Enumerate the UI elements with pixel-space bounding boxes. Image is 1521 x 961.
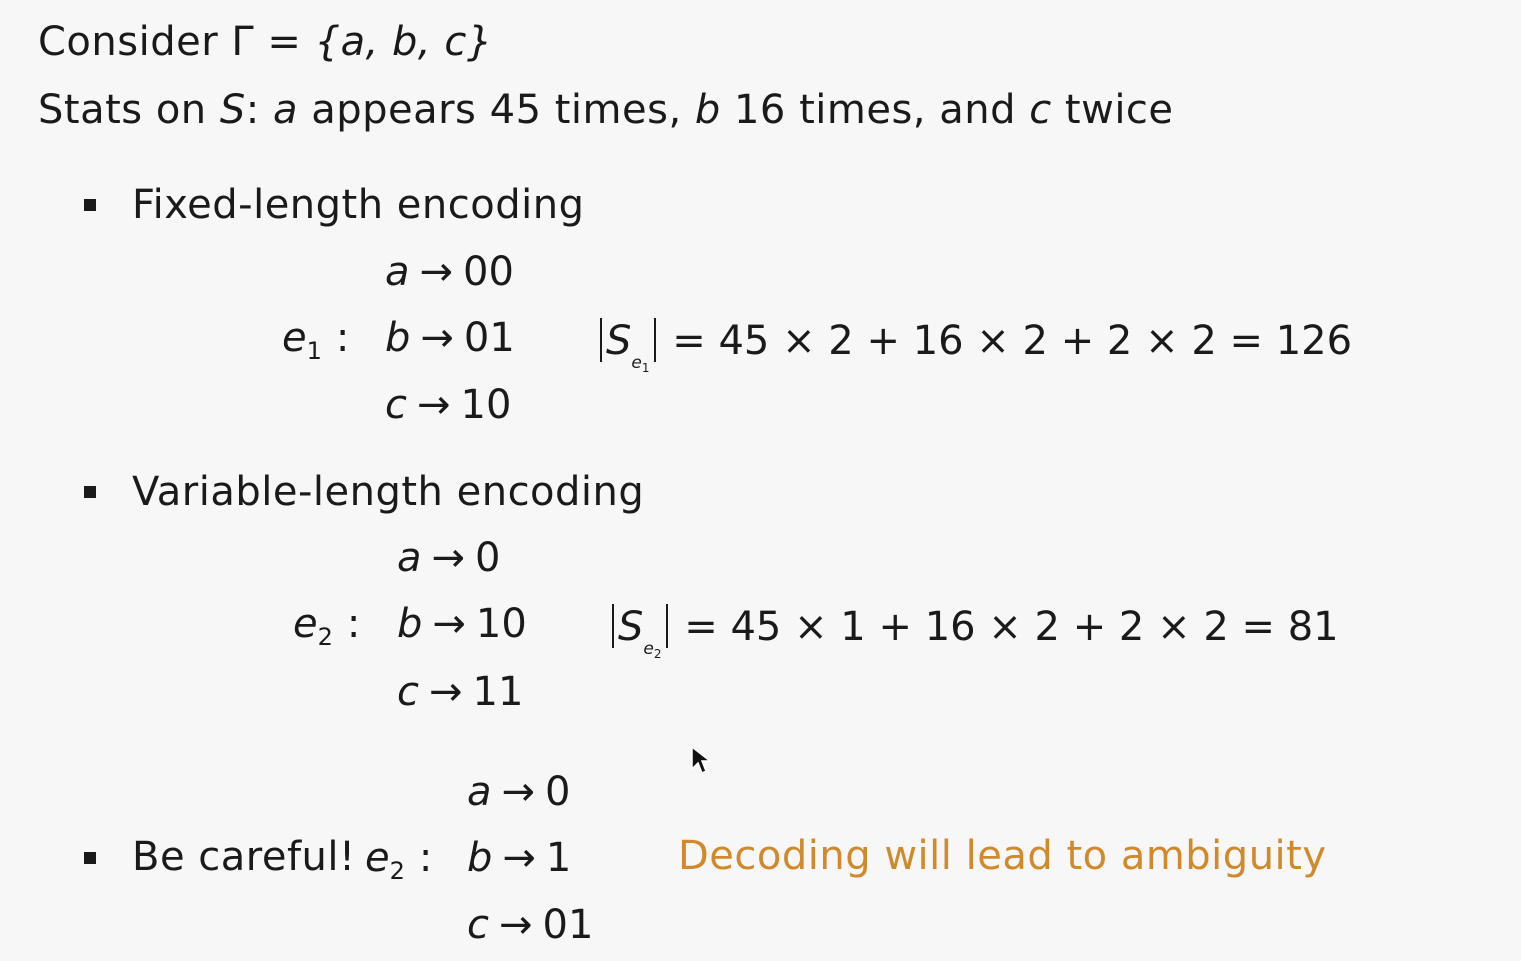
- size-S: S: [618, 604, 644, 650]
- encoding-subscript: 1: [306, 337, 322, 365]
- stats-S: S: [219, 87, 246, 133]
- encoding-label: e1:: [282, 318, 349, 363]
- size-e: e: [643, 639, 654, 659]
- arrow-icon: →: [420, 315, 454, 361]
- gamma-symbol: Γ: [231, 19, 255, 65]
- stats-text-2: 16 times, and: [720, 87, 1030, 133]
- stats-colon: :: [245, 87, 273, 133]
- stats-text-1: appears 45 times,: [297, 87, 695, 133]
- encoding-colon: :: [418, 835, 433, 881]
- slide: Consider Γ = {a, b, c} Stats on S: a app…: [0, 0, 1521, 961]
- arrow-icon: →: [419, 249, 454, 295]
- abs-bar-left: [600, 318, 602, 362]
- intro-line-stats: Stats on S: a appears 45 times, b 16 tim…: [38, 90, 1174, 130]
- encoding-label: e2:: [365, 838, 432, 883]
- alphabet-set: {a, b, c}: [314, 19, 493, 65]
- intro-text: Consider: [38, 19, 232, 65]
- mapping-row: b → 1: [467, 838, 571, 878]
- mapping-row: c → 11: [397, 672, 523, 712]
- abs-bar-left: [612, 604, 614, 648]
- arrow-icon: →: [417, 382, 451, 428]
- stats-c: c: [1029, 87, 1052, 133]
- mapping-code: 11: [472, 669, 524, 715]
- size-expression: = 45 × 1 + 16 × 2 + 2 × 2 = 81: [684, 604, 1339, 650]
- size-subsub: 1: [641, 361, 650, 375]
- mapping-symbol: c: [467, 902, 489, 948]
- encoding-name: e: [365, 835, 390, 881]
- arrow-icon: →: [502, 835, 536, 881]
- encoding-label: e2:: [293, 604, 360, 649]
- mouse-pointer-icon: [691, 745, 713, 775]
- encoding-name: e: [282, 315, 307, 361]
- mapping-symbol: b: [397, 601, 423, 647]
- arrow-icon: →: [429, 669, 463, 715]
- mapping-symbol: a: [397, 535, 422, 581]
- mapping-row: a → 00: [385, 252, 514, 292]
- section-title-fixed: Fixed-length encoding: [132, 182, 585, 228]
- mapping-code: 1: [545, 835, 572, 881]
- mapping-row: a → 0: [397, 538, 500, 578]
- mapping-code: 00: [463, 249, 514, 295]
- mapping-symbol: b: [385, 315, 411, 361]
- stats-a: a: [272, 87, 298, 133]
- mapping-code: 0: [475, 535, 501, 581]
- mapping-symbol: c: [385, 382, 407, 428]
- size-formula: Se2 = 45 × 1 + 16 × 2 + 2 × 2 = 81: [608, 604, 1339, 660]
- encoding-colon: :: [335, 315, 350, 361]
- arrow-icon: →: [431, 535, 466, 581]
- mapping-row: c → 01: [467, 905, 593, 945]
- mapping-symbol: c: [397, 669, 419, 715]
- mapping-code: 01: [463, 315, 515, 361]
- encoding-subscript: 2: [317, 623, 333, 651]
- equals-sign: =: [254, 19, 315, 65]
- intro-line-alphabet: Consider Γ = {a, b, c}: [38, 22, 493, 62]
- mapping-row: b → 01: [385, 318, 515, 358]
- mapping-symbol: b: [467, 835, 493, 881]
- mapping-symbol: a: [467, 769, 492, 815]
- ambiguity-warning: Decoding will lead to ambiguity: [678, 833, 1327, 879]
- section-title-variable: Variable-length encoding: [132, 469, 645, 515]
- stats-prefix: Stats on: [38, 87, 220, 133]
- size-formula: Se1 = 45 × 2 + 16 × 2 + 2 × 2 = 126: [596, 318, 1352, 374]
- bullet-marker: [84, 852, 96, 864]
- arrow-icon: →: [499, 902, 533, 948]
- arrow-icon: →: [501, 769, 536, 815]
- size-expression: = 45 × 2 + 16 × 2 + 2 × 2 = 126: [672, 318, 1353, 364]
- size-S: S: [606, 318, 632, 364]
- section-title-careful: Be careful!: [132, 834, 356, 880]
- bullet-marker: [84, 486, 96, 498]
- mapping-symbol: a: [385, 249, 410, 295]
- mapping-row: a → 0: [467, 772, 570, 812]
- mapping-code: 0: [545, 769, 571, 815]
- mapping-code: 10: [460, 382, 512, 428]
- stats-text-3: twice: [1051, 87, 1174, 133]
- mapping-row: b → 10: [397, 604, 527, 644]
- encoding-name: e: [293, 601, 318, 647]
- size-subsub: 2: [653, 647, 662, 661]
- stats-b: b: [694, 87, 721, 133]
- arrow-icon: →: [432, 601, 466, 647]
- bullet-marker: [84, 199, 96, 211]
- encoding-subscript: 2: [389, 857, 405, 885]
- abs-bar-right: [653, 318, 656, 362]
- encoding-colon: :: [346, 601, 361, 647]
- abs-bar-right: [665, 604, 668, 648]
- mapping-code: 10: [475, 601, 527, 647]
- size-e: e: [631, 353, 642, 373]
- mapping-code: 01: [542, 902, 594, 948]
- mapping-row: c → 10: [385, 385, 511, 425]
